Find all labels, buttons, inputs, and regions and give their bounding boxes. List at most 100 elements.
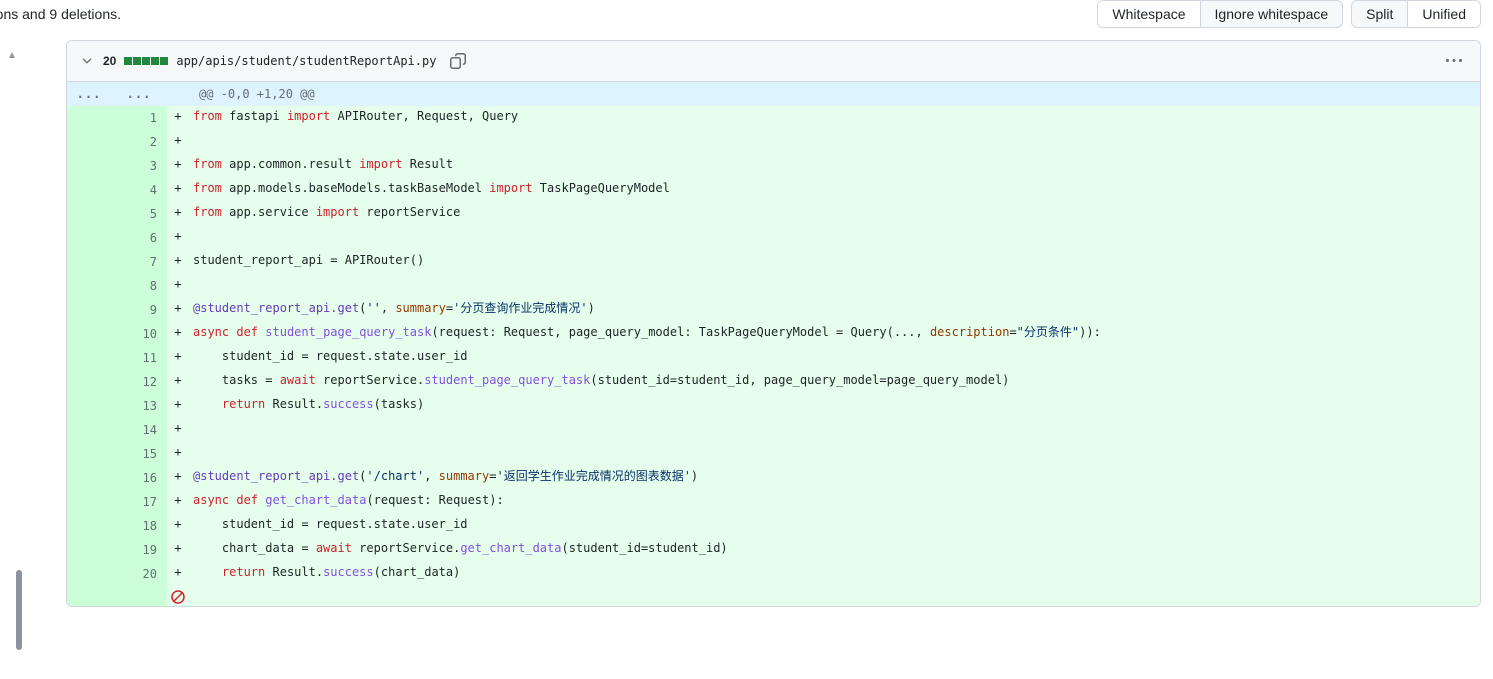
old-line-number	[67, 442, 117, 466]
new-line-number: 6	[117, 226, 167, 250]
diff-marker: +	[167, 418, 189, 442]
file-change-count: 20	[103, 54, 116, 68]
old-line-number	[67, 274, 117, 298]
old-line-number	[67, 346, 117, 370]
old-line-number	[67, 538, 117, 562]
diff-marker: +	[167, 370, 189, 394]
diff-line[interactable]: 5+from app.service import reportService	[67, 202, 1480, 226]
diff-marker: +	[167, 274, 189, 298]
diffstat-squares	[124, 57, 168, 65]
new-line-number: 13	[117, 394, 167, 418]
expand-up-button[interactable]: ...	[67, 82, 117, 106]
old-line-number	[67, 250, 117, 274]
hunk-header-text: @@ -0,0 +1,20 @@	[189, 82, 1480, 106]
diff-line[interactable]: 17+async def get_chart_data(request: Req…	[67, 490, 1480, 514]
whitespace-ignore-button[interactable]: Ignore whitespace	[1200, 1, 1343, 27]
new-line-number: 18	[117, 514, 167, 538]
code-content: from app.models.baseModels.taskBaseModel…	[189, 178, 1480, 202]
new-line-number: 11	[117, 346, 167, 370]
diff-marker: +	[167, 298, 189, 322]
diff-marker: +	[167, 490, 189, 514]
copy-path-button[interactable]	[444, 49, 472, 73]
new-line-number: 1	[117, 106, 167, 130]
diff-marker: +	[167, 442, 189, 466]
new-line-number: 9	[117, 298, 167, 322]
new-line-number: 14	[117, 418, 167, 442]
diff-marker: +	[167, 250, 189, 274]
no-newline-icon	[170, 589, 186, 603]
file-header: 20 app/apis/student/studentReportApi.py	[67, 41, 1480, 82]
new-line-number: 10	[117, 322, 167, 346]
diff-line[interactable]: 2+	[67, 130, 1480, 154]
hunk-header-row: ...... @@ -0,0 +1,20 @@	[67, 82, 1480, 106]
diff-line[interactable]: 12+ tasks = await reportService.student_…	[67, 370, 1480, 394]
diff-line[interactable]: 4+from app.models.baseModels.taskBaseMod…	[67, 178, 1480, 202]
old-line-number	[67, 418, 117, 442]
new-line-number: 3	[117, 154, 167, 178]
diff-line[interactable]: 6+	[67, 226, 1480, 250]
whitespace-show-button[interactable]: Whitespace	[1098, 1, 1199, 27]
scroll-thumb[interactable]	[16, 570, 22, 650]
whitespace-toggle: Whitespace Ignore whitespace	[1097, 0, 1343, 28]
diff-line[interactable]: 19+ chart_data = await reportService.get…	[67, 538, 1480, 562]
diff-line[interactable]: 3+from app.common.result import Result	[67, 154, 1480, 178]
code-content: chart_data = await reportService.get_cha…	[189, 538, 1480, 562]
code-content	[189, 442, 1480, 466]
new-line-number: 4	[117, 178, 167, 202]
diff-line[interactable]: 7+student_report_api = APIRouter()	[67, 250, 1480, 274]
diff-line[interactable]: 16+@student_report_api.get('/chart', sum…	[67, 466, 1480, 490]
scroll-up-arrow[interactable]: ▲	[0, 50, 24, 62]
code-content: @student_report_api.get('/chart', summar…	[189, 466, 1480, 490]
diff-line[interactable]: 13+ return Result.success(tasks)	[67, 394, 1480, 418]
diff-line[interactable]: 8+	[67, 274, 1480, 298]
diff-line[interactable]: 20+ return Result.success(chart_data)	[67, 562, 1480, 586]
old-line-number	[67, 178, 117, 202]
diff-marker: +	[167, 130, 189, 154]
code-content: @student_report_api.get('', summary='分页查…	[189, 298, 1480, 322]
old-line-number	[67, 154, 117, 178]
new-line-number: 15	[117, 442, 167, 466]
diff-marker: +	[167, 562, 189, 586]
new-line-number: 17	[117, 490, 167, 514]
split-view-button[interactable]: Split	[1352, 1, 1407, 27]
collapse-file-toggle[interactable]	[79, 53, 95, 69]
unified-view-button[interactable]: Unified	[1407, 1, 1480, 27]
diff-marker: +	[167, 106, 189, 130]
new-line-number: 16	[117, 466, 167, 490]
diff-marker: +	[167, 202, 189, 226]
code-content: async def student_page_query_task(reques…	[189, 322, 1480, 346]
code-content: return Result.success(tasks)	[189, 394, 1480, 418]
code-content: student_id = request.state.user_id	[189, 514, 1480, 538]
file-actions-menu-button[interactable]	[1440, 49, 1468, 73]
old-line-number	[67, 202, 117, 226]
file-tree-scrollbar[interactable]: ▲	[0, 40, 24, 619]
diff-marker: +	[167, 178, 189, 202]
diff-marker: +	[167, 154, 189, 178]
new-line-number: 12	[117, 370, 167, 394]
code-content: from app.common.result import Result	[189, 154, 1480, 178]
code-content	[189, 274, 1480, 298]
file-path[interactable]: app/apis/student/studentReportApi.py	[176, 54, 436, 68]
code-content	[189, 130, 1480, 154]
diff-view-toggle: Split Unified	[1351, 0, 1481, 28]
code-content: student_report_api = APIRouter()	[189, 250, 1480, 274]
code-content: return Result.success(chart_data)	[189, 562, 1480, 586]
diff-line[interactable]: 14+	[67, 418, 1480, 442]
diff-line[interactable]: 9+@student_report_api.get('', summary='分…	[67, 298, 1480, 322]
diff-line[interactable]: 11+ student_id = request.state.user_id	[67, 346, 1480, 370]
diff-marker: +	[167, 394, 189, 418]
old-line-number	[67, 130, 117, 154]
old-line-number	[67, 490, 117, 514]
old-line-number	[67, 466, 117, 490]
diff-marker: +	[167, 538, 189, 562]
diff-line[interactable]: 18+ student_id = request.state.user_id	[67, 514, 1480, 538]
diff-line[interactable]: 1+from fastapi import APIRouter, Request…	[67, 106, 1480, 130]
no-newline-row	[67, 586, 1480, 606]
old-line-number	[67, 226, 117, 250]
diff-line[interactable]: 15+	[67, 442, 1480, 466]
code-content	[189, 226, 1480, 250]
expand-up-button[interactable]: ...	[117, 82, 167, 106]
diff-line[interactable]: 10+async def student_page_query_task(req…	[67, 322, 1480, 346]
code-content: student_id = request.state.user_id	[189, 346, 1480, 370]
old-line-number	[67, 562, 117, 586]
